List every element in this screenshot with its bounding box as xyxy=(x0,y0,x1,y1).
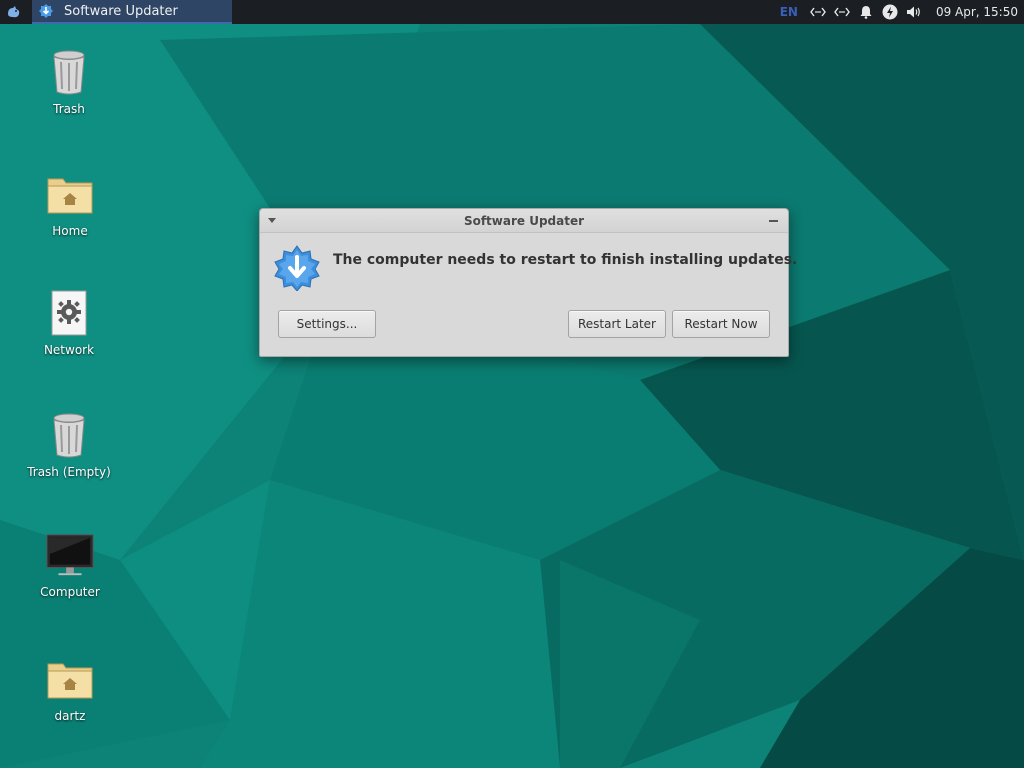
volume-icon[interactable] xyxy=(906,4,922,20)
home-folder-icon xyxy=(46,655,94,703)
desktop-icon-trash[interactable]: Trash xyxy=(19,48,119,116)
software-updater-icon xyxy=(38,3,54,19)
window-menu-icon[interactable] xyxy=(268,218,276,223)
software-update-icon xyxy=(274,245,320,292)
panel-clock[interactable]: 09 Apr, 15:50 xyxy=(936,5,1018,19)
power-icon[interactable] xyxy=(882,4,898,20)
taskbar-item-label: Software Updater xyxy=(64,3,178,19)
restart-later-button[interactable]: Restart Later xyxy=(568,310,666,338)
trash-icon xyxy=(45,411,93,459)
system-tray: EN 09 Apr, 15:50 xyxy=(780,0,1024,24)
desktop-icon-dartz[interactable]: dartz xyxy=(20,655,120,723)
top-panel: Software Updater EN 09 Apr, 15:50 xyxy=(0,0,1024,24)
network-gear-icon xyxy=(45,289,93,337)
trash-icon xyxy=(45,48,93,96)
desktop-icon-computer[interactable]: Computer xyxy=(20,531,120,599)
desktop-icon-label: Computer xyxy=(40,585,100,599)
home-folder-icon xyxy=(46,170,94,218)
notification-bell-icon[interactable] xyxy=(858,4,874,20)
dialog-titlebar[interactable]: Software Updater xyxy=(260,209,788,233)
desktop-icon-label: Network xyxy=(43,343,95,357)
software-updater-dialog: Software Updater The computer needs to r… xyxy=(259,208,797,357)
network-icon-2[interactable] xyxy=(834,4,850,20)
restart-now-button[interactable]: Restart Now xyxy=(672,310,770,338)
whisker-menu-button[interactable] xyxy=(0,0,28,24)
desktop-icon-network[interactable]: Network xyxy=(19,289,119,357)
desktop-icon-label: Home xyxy=(52,224,88,238)
settings-button[interactable]: Settings... xyxy=(278,310,376,338)
dialog-message: The computer needs to restart to finish … xyxy=(333,252,798,268)
dialog-title: Software Updater xyxy=(463,213,585,228)
desktop-icon-home[interactable]: Home xyxy=(20,170,120,238)
desktop-icon-label: dartz xyxy=(54,709,86,723)
desktop-icon-label: Trash (Empty) xyxy=(27,465,111,479)
monitor-icon xyxy=(46,531,94,579)
taskbar-item-software-updater[interactable]: Software Updater xyxy=(32,0,232,24)
minimize-icon[interactable] xyxy=(769,220,778,222)
desktop-icon-trash-empty[interactable]: Trash (Empty) xyxy=(19,411,119,479)
keyboard-layout-indicator[interactable]: EN xyxy=(780,5,798,19)
whisker-menu-icon xyxy=(8,6,20,18)
desktop-icon-label: Trash xyxy=(53,102,85,116)
network-icon[interactable] xyxy=(810,4,826,20)
desktop-wallpaper xyxy=(0,0,1024,768)
